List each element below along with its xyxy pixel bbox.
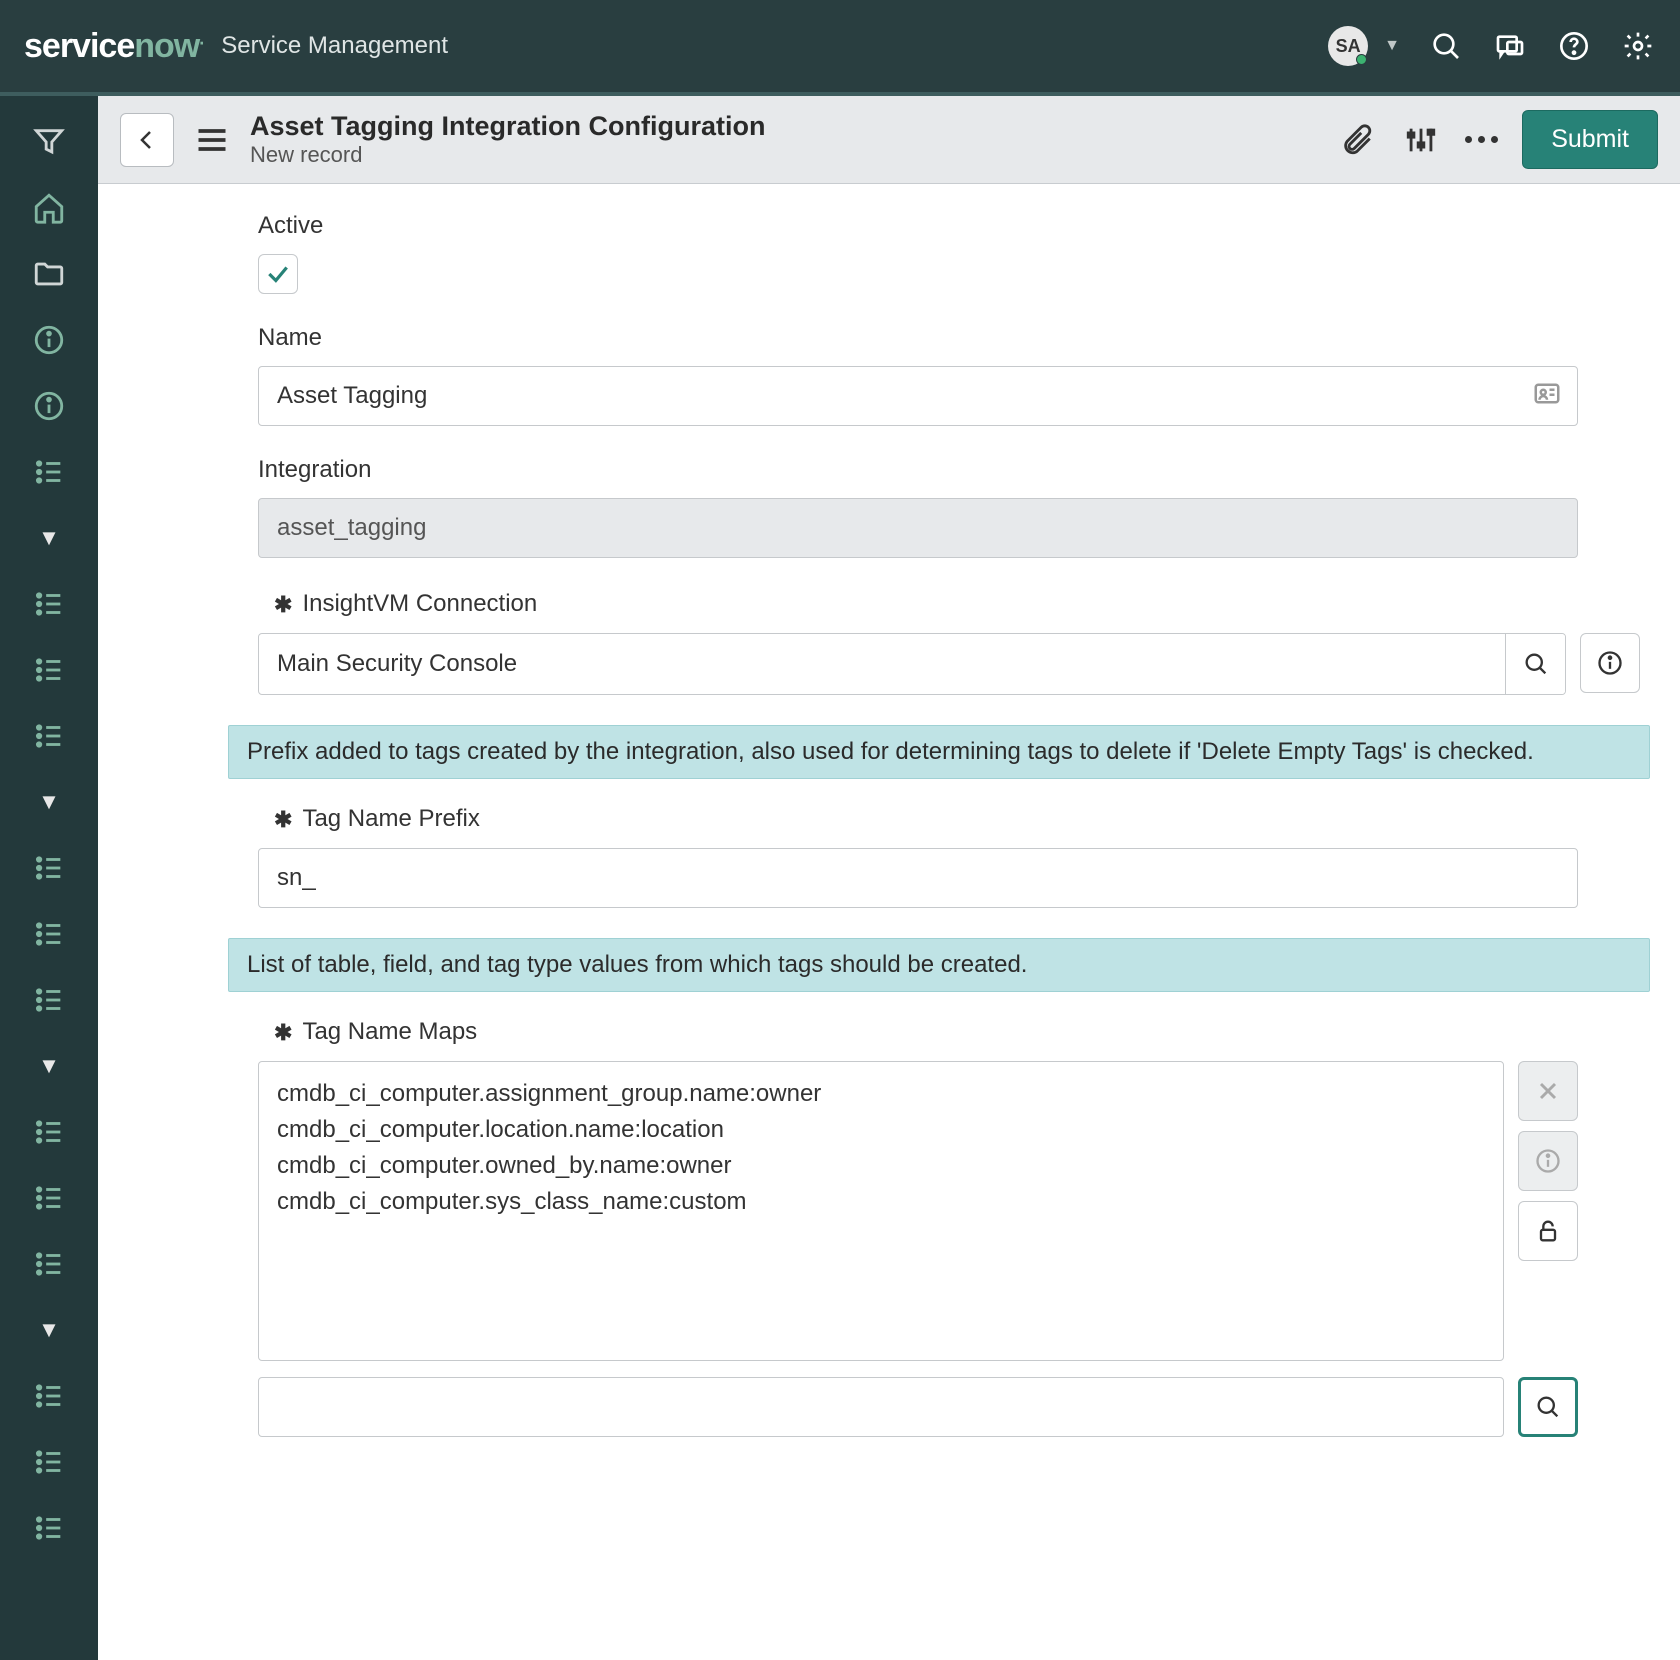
connection-input[interactable] [259,634,1505,694]
required-star-icon [274,588,292,619]
attachments-icon[interactable] [1337,120,1377,160]
integration-label: Integration [258,456,1578,484]
required-star-icon [274,803,292,834]
maps-search-input[interactable] [258,1377,1504,1437]
maps-clear-button[interactable] [1518,1061,1578,1121]
id-card-icon [1532,379,1562,414]
context-menu-icon[interactable] [192,120,232,160]
rail-list12-icon[interactable] [23,1436,75,1488]
chat-icon[interactable] [1492,28,1528,64]
rail-list10-icon[interactable] [23,1238,75,1290]
rail-list11-icon[interactable] [23,1370,75,1422]
rail-list2-icon[interactable] [23,578,75,630]
user-menu-caret[interactable]: ▼ [1384,37,1400,55]
prefix-info-strip: Prefix added to tags created by the inte… [228,725,1650,779]
maps-textarea[interactable] [258,1061,1504,1361]
rail-info1-icon[interactable] [23,314,75,366]
rail-caret1-icon[interactable]: ▼ [23,512,75,564]
top-nav: servicenow. Service Management SA ▼ [0,0,1680,96]
record-state: New record [250,142,765,168]
logo-right: now [134,27,199,65]
rail-list4-icon[interactable] [23,710,75,762]
page-title: Asset Tagging Integration Configuration [250,111,765,142]
maps-lock-button[interactable] [1518,1201,1578,1261]
rail-list8-icon[interactable] [23,1106,75,1158]
rail-list3-icon[interactable] [23,644,75,696]
content-area: Asset Tagging Integration Configuration … [98,96,1680,1660]
personalize-icon[interactable] [1401,120,1441,160]
rail-caret3-icon[interactable]: ▼ [23,1040,75,1092]
left-rail: ▼ ▼ ▼ ▼ [0,96,98,1660]
rail-filter-icon[interactable] [23,116,75,168]
submit-button[interactable]: Submit [1522,110,1658,169]
prefix-label: Tag Name Prefix [302,805,479,833]
rail-home-icon[interactable] [23,182,75,234]
active-checkbox[interactable] [258,254,298,294]
brand-logo: servicenow. [24,27,203,66]
search-icon[interactable] [1428,28,1464,64]
rail-list13-icon[interactable] [23,1502,75,1554]
rail-info2-icon[interactable] [23,380,75,432]
help-icon[interactable] [1556,28,1592,64]
back-button[interactable] [120,113,174,167]
prefix-input[interactable] [258,848,1578,908]
rail-list1-icon[interactable] [23,446,75,498]
more-actions-icon[interactable] [1465,136,1498,143]
rail-list9-icon[interactable] [23,1172,75,1224]
required-star-icon [274,1016,292,1047]
avatar-initials: SA [1336,36,1361,57]
maps-info-button[interactable] [1518,1131,1578,1191]
app-subtitle: Service Management [221,32,448,60]
form-header: Asset Tagging Integration Configuration … [98,96,1680,184]
name-input[interactable] [258,366,1578,426]
user-avatar[interactable]: SA [1328,26,1368,66]
name-label: Name [258,324,1578,352]
rail-list6-icon[interactable] [23,908,75,960]
rail-list7-icon[interactable] [23,974,75,1026]
integration-input [258,498,1578,558]
maps-info-strip: List of table, field, and tag type value… [228,938,1650,992]
rail-caret4-icon[interactable]: ▼ [23,1304,75,1356]
connection-info-button[interactable] [1580,633,1640,693]
active-label: Active [258,212,1578,240]
connection-lookup-button[interactable] [1505,634,1565,694]
maps-search-button[interactable] [1518,1377,1578,1437]
settings-icon[interactable] [1620,28,1656,64]
rail-list5-icon[interactable] [23,842,75,894]
logo-left: service [24,27,134,65]
connection-label: InsightVM Connection [302,590,537,618]
rail-folder-icon[interactable] [23,248,75,300]
rail-caret2-icon[interactable]: ▼ [23,776,75,828]
maps-label: Tag Name Maps [302,1018,477,1046]
